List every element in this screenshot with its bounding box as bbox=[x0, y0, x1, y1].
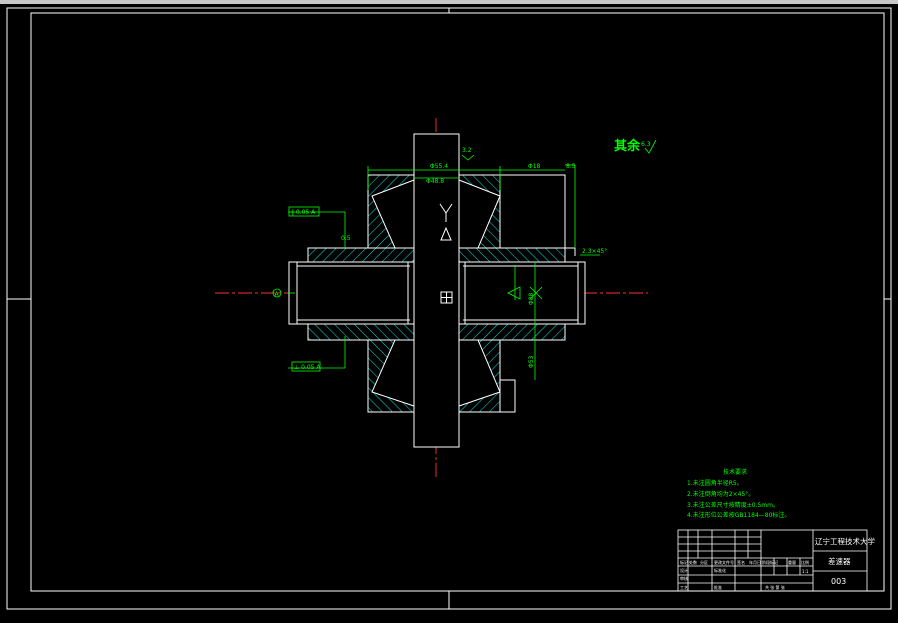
part-name: 差速器 bbox=[828, 556, 851, 566]
tb-scale-value: 1:1 bbox=[802, 569, 809, 574]
tech-item-1: 1.未注圆角半径R5。 bbox=[687, 479, 743, 487]
cad-drawing-canvas[interactable]: A Φ55.4 Φ48.8 Φ18 8.5 2.3×45° Φ88 Φ53 0.… bbox=[0, 0, 898, 623]
tb-label-zone: 分区 bbox=[700, 559, 708, 565]
tb-label-stage: 阶段标记 bbox=[762, 559, 778, 565]
tech-title: 技术要求 bbox=[723, 468, 747, 476]
tb-label-scale: 比例 bbox=[801, 559, 809, 565]
surface-note: 其余 bbox=[614, 138, 641, 154]
tech-item-4: 4.未注形位公差按GB1184—80标注。 bbox=[687, 511, 790, 519]
dim-right-lower: Φ53 bbox=[528, 355, 535, 368]
tb-label-approve: 批准 bbox=[714, 584, 722, 590]
tb-label-sign: 签名 bbox=[737, 559, 745, 565]
tb-label-date: 年月日 bbox=[749, 559, 761, 565]
tb-label-mark: 标记 bbox=[680, 559, 688, 565]
surface-note-symbol: 6.3 bbox=[641, 141, 651, 148]
tb-label-change: 更改文件号 bbox=[714, 559, 734, 565]
tech-item-2: 2.未注倒角均为2×45°。 bbox=[687, 490, 754, 498]
dim-left-small: 0.5 bbox=[341, 235, 351, 242]
tb-label-weight: 重量 bbox=[788, 559, 796, 565]
dim-right-top-a: Φ18 bbox=[528, 163, 541, 170]
tb-label-sheets: 共 张 第 张 bbox=[765, 584, 785, 590]
window-top-edge bbox=[0, 0, 898, 4]
tb-label-designer: 设计 bbox=[680, 567, 688, 573]
tech-item-3: 3.未注公差尺寸按精度±0.5mm。 bbox=[687, 501, 779, 509]
dim-right-vertical: Φ88 bbox=[528, 292, 535, 305]
tb-label-process: 工艺 bbox=[680, 585, 688, 590]
drawing-number: 003 bbox=[831, 577, 846, 586]
dim-inner-width: Φ48.8 bbox=[426, 178, 444, 185]
roughness-top: 3.2 bbox=[462, 147, 472, 154]
dim-right-top-b: 8.5 bbox=[566, 163, 576, 170]
dim-upper-width: Φ55.4 bbox=[430, 163, 448, 170]
datum-frame-bottom: ⊥ 0.05 A bbox=[294, 364, 321, 371]
dim-right-chamfer: 2.3×45° bbox=[582, 248, 607, 255]
school-name: 辽宁工程技术大学 bbox=[815, 536, 875, 546]
tb-label-check: 审核 bbox=[680, 575, 688, 581]
tb-label-count: 处数 bbox=[689, 559, 697, 565]
tb-label-standard: 标准化 bbox=[714, 567, 726, 573]
datum-frame-top: ∥ 0.05 A bbox=[291, 209, 316, 216]
